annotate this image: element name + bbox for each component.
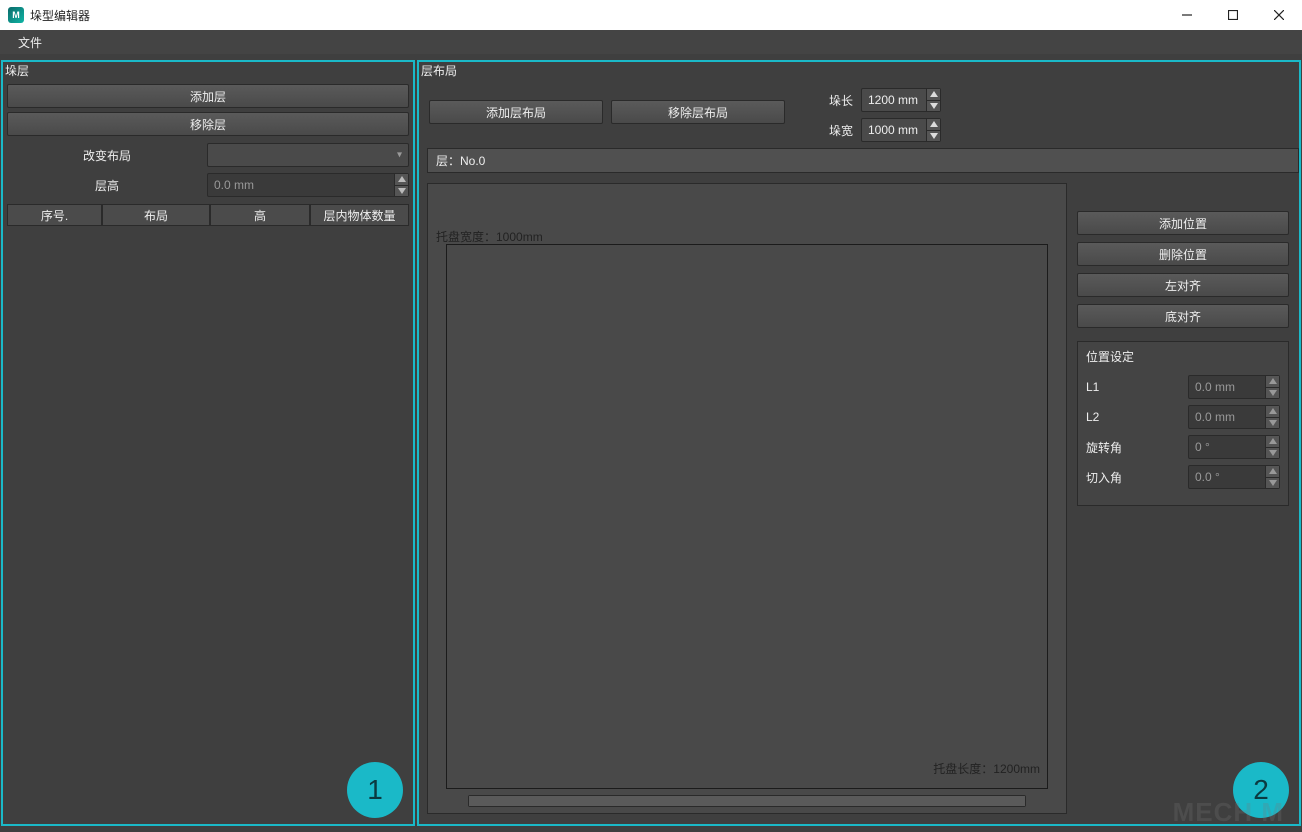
rotation-input[interactable]: 0 ° — [1188, 435, 1280, 459]
l2-label: L2 — [1086, 410, 1182, 424]
change-layout-label: 改变布局 — [7, 147, 207, 164]
spin-down-icon[interactable] — [1265, 478, 1279, 489]
layers-panel-title: 垛层 — [3, 62, 413, 80]
spin-down-icon[interactable] — [1265, 418, 1279, 429]
close-button[interactable] — [1256, 0, 1302, 30]
pallet-length-input[interactable]: 1200 mm — [861, 88, 941, 112]
spin-down-icon[interactable] — [926, 131, 940, 142]
pallet-width-label: 垛宽 — [823, 122, 853, 139]
pallet-width-input[interactable]: 1000 mm — [861, 118, 941, 142]
layer-height-label: 层高 — [7, 177, 207, 194]
horizontal-scrollbar[interactable] — [468, 795, 1026, 807]
layout-canvas[interactable]: 托盘宽度：1000mm 托盘长度：1200mm — [427, 183, 1067, 814]
layers-panel: 垛层 添加层 移除层 改变布局 ▾ 层高 0.0 mm — [1, 60, 415, 826]
cutin-input[interactable]: 0.0 ° — [1188, 465, 1280, 489]
pallet-width-value: 1000 mm — [868, 123, 918, 137]
add-layer-button[interactable]: 添加层 — [7, 84, 409, 108]
l2-input[interactable]: 0.0 mm — [1188, 405, 1280, 429]
minimize-button[interactable] — [1164, 0, 1210, 30]
canvas-length-label: 托盘长度：1200mm — [933, 760, 1040, 777]
app-icon: M — [8, 7, 24, 23]
remove-layer-button[interactable]: 移除层 — [7, 112, 409, 136]
layout-panel-title: 层布局 — [419, 62, 1299, 80]
delete-position-button[interactable]: 删除位置 — [1077, 242, 1289, 266]
rotation-value: 0 ° — [1195, 440, 1210, 454]
cutin-value: 0.0 ° — [1195, 470, 1220, 484]
spin-down-icon[interactable] — [1265, 388, 1279, 399]
canvas-area[interactable] — [446, 244, 1048, 789]
spin-up-icon[interactable] — [926, 89, 940, 101]
spin-down-icon[interactable] — [926, 101, 940, 112]
panel-2-badge: 2 — [1233, 762, 1289, 818]
spin-up-icon[interactable] — [394, 174, 408, 186]
add-position-button[interactable]: 添加位置 — [1077, 211, 1289, 235]
spin-up-icon[interactable] — [926, 119, 940, 131]
l1-input[interactable]: 0.0 mm — [1188, 375, 1280, 399]
add-layer-layout-button[interactable]: 添加层布局 — [429, 100, 603, 124]
l1-label: L1 — [1086, 380, 1182, 394]
align-bottom-button[interactable]: 底对齐 — [1077, 304, 1289, 328]
panel-1-badge: 1 — [347, 762, 403, 818]
spin-down-icon[interactable] — [1265, 448, 1279, 459]
menu-bar: 文件 — [0, 30, 1302, 54]
maximize-button[interactable] — [1210, 0, 1256, 30]
main-area: 垛层 添加层 移除层 改变布局 ▾ 层高 0.0 mm — [0, 54, 1302, 832]
current-layer-tag[interactable]: 层：No.0 — [427, 148, 1299, 173]
position-settings-group: 位置设定 L1 0.0 mm L2 — [1077, 341, 1289, 506]
align-left-button[interactable]: 左对齐 — [1077, 273, 1289, 297]
spin-up-icon[interactable] — [1265, 466, 1279, 478]
remove-layer-layout-button[interactable]: 移除层布局 — [611, 100, 785, 124]
cutin-label: 切入角 — [1086, 469, 1182, 486]
col-count[interactable]: 层内物体数量 — [310, 204, 409, 226]
pallet-length-label: 垛长 — [823, 92, 853, 109]
spin-up-icon[interactable] — [1265, 376, 1279, 388]
position-tools: 添加位置 删除位置 左对齐 底对齐 位置设定 L1 0.0 mm — [1077, 211, 1289, 814]
change-layout-combo[interactable]: ▾ — [207, 143, 409, 167]
l2-value: 0.0 mm — [1195, 410, 1235, 424]
l1-value: 0.0 mm — [1195, 380, 1235, 394]
position-settings-title: 位置设定 — [1086, 348, 1280, 365]
spin-up-icon[interactable] — [1265, 406, 1279, 418]
title-bar: M 垛型编辑器 — [0, 0, 1302, 30]
window-title: 垛型编辑器 — [30, 7, 90, 24]
pallet-length-value: 1200 mm — [868, 93, 918, 107]
layer-height-value: 0.0 mm — [214, 178, 254, 192]
col-seq[interactable]: 序号. — [7, 204, 102, 226]
spin-up-icon[interactable] — [1265, 436, 1279, 448]
layers-table-header: 序号. 布局 高 层内物体数量 — [7, 204, 409, 226]
canvas-width-label: 托盘宽度：1000mm — [436, 228, 543, 245]
chevron-down-icon: ▾ — [397, 150, 402, 161]
rotation-label: 旋转角 — [1086, 439, 1182, 456]
menu-file[interactable]: 文件 — [12, 31, 48, 54]
layer-height-input[interactable]: 0.0 mm — [207, 173, 409, 197]
col-layout[interactable]: 布局 — [102, 204, 210, 226]
col-height[interactable]: 高 — [210, 204, 310, 226]
layout-panel: 层布局 添加层布局 移除层布局 垛长 1200 mm — [417, 60, 1301, 826]
spin-down-icon[interactable] — [394, 186, 408, 197]
